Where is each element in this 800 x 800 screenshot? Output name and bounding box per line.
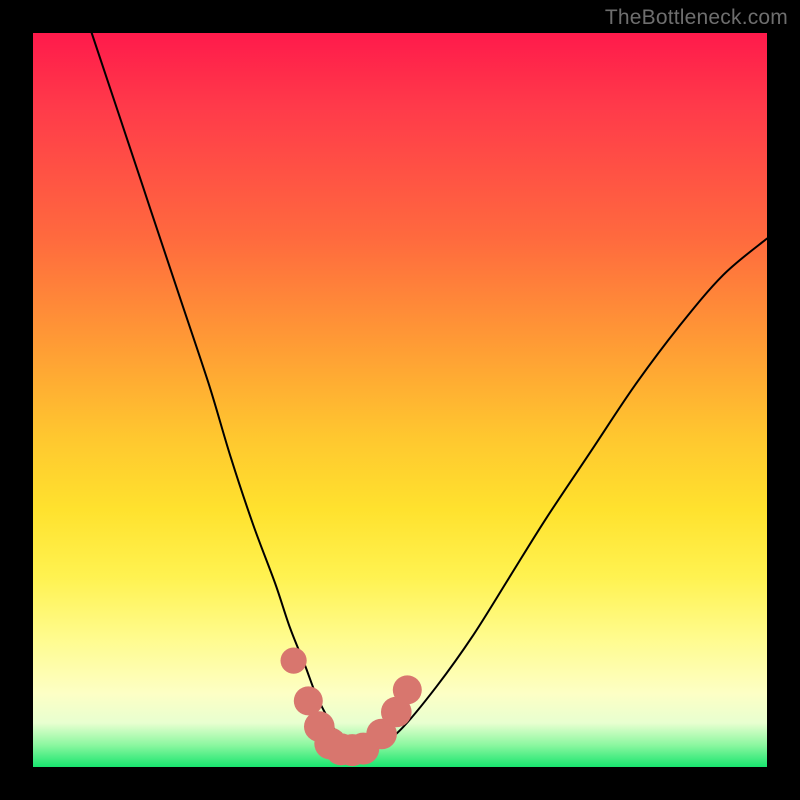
highlight-dot [281,648,307,674]
plot-area [33,33,767,767]
highlight-dot [294,686,323,715]
highlight-dots [281,648,422,767]
watermark-text: TheBottleneck.com [605,6,788,30]
bottleneck-curve [92,33,767,749]
chart-frame: TheBottleneck.com [0,0,800,800]
curve-layer [33,33,767,767]
highlight-dot [393,675,422,704]
